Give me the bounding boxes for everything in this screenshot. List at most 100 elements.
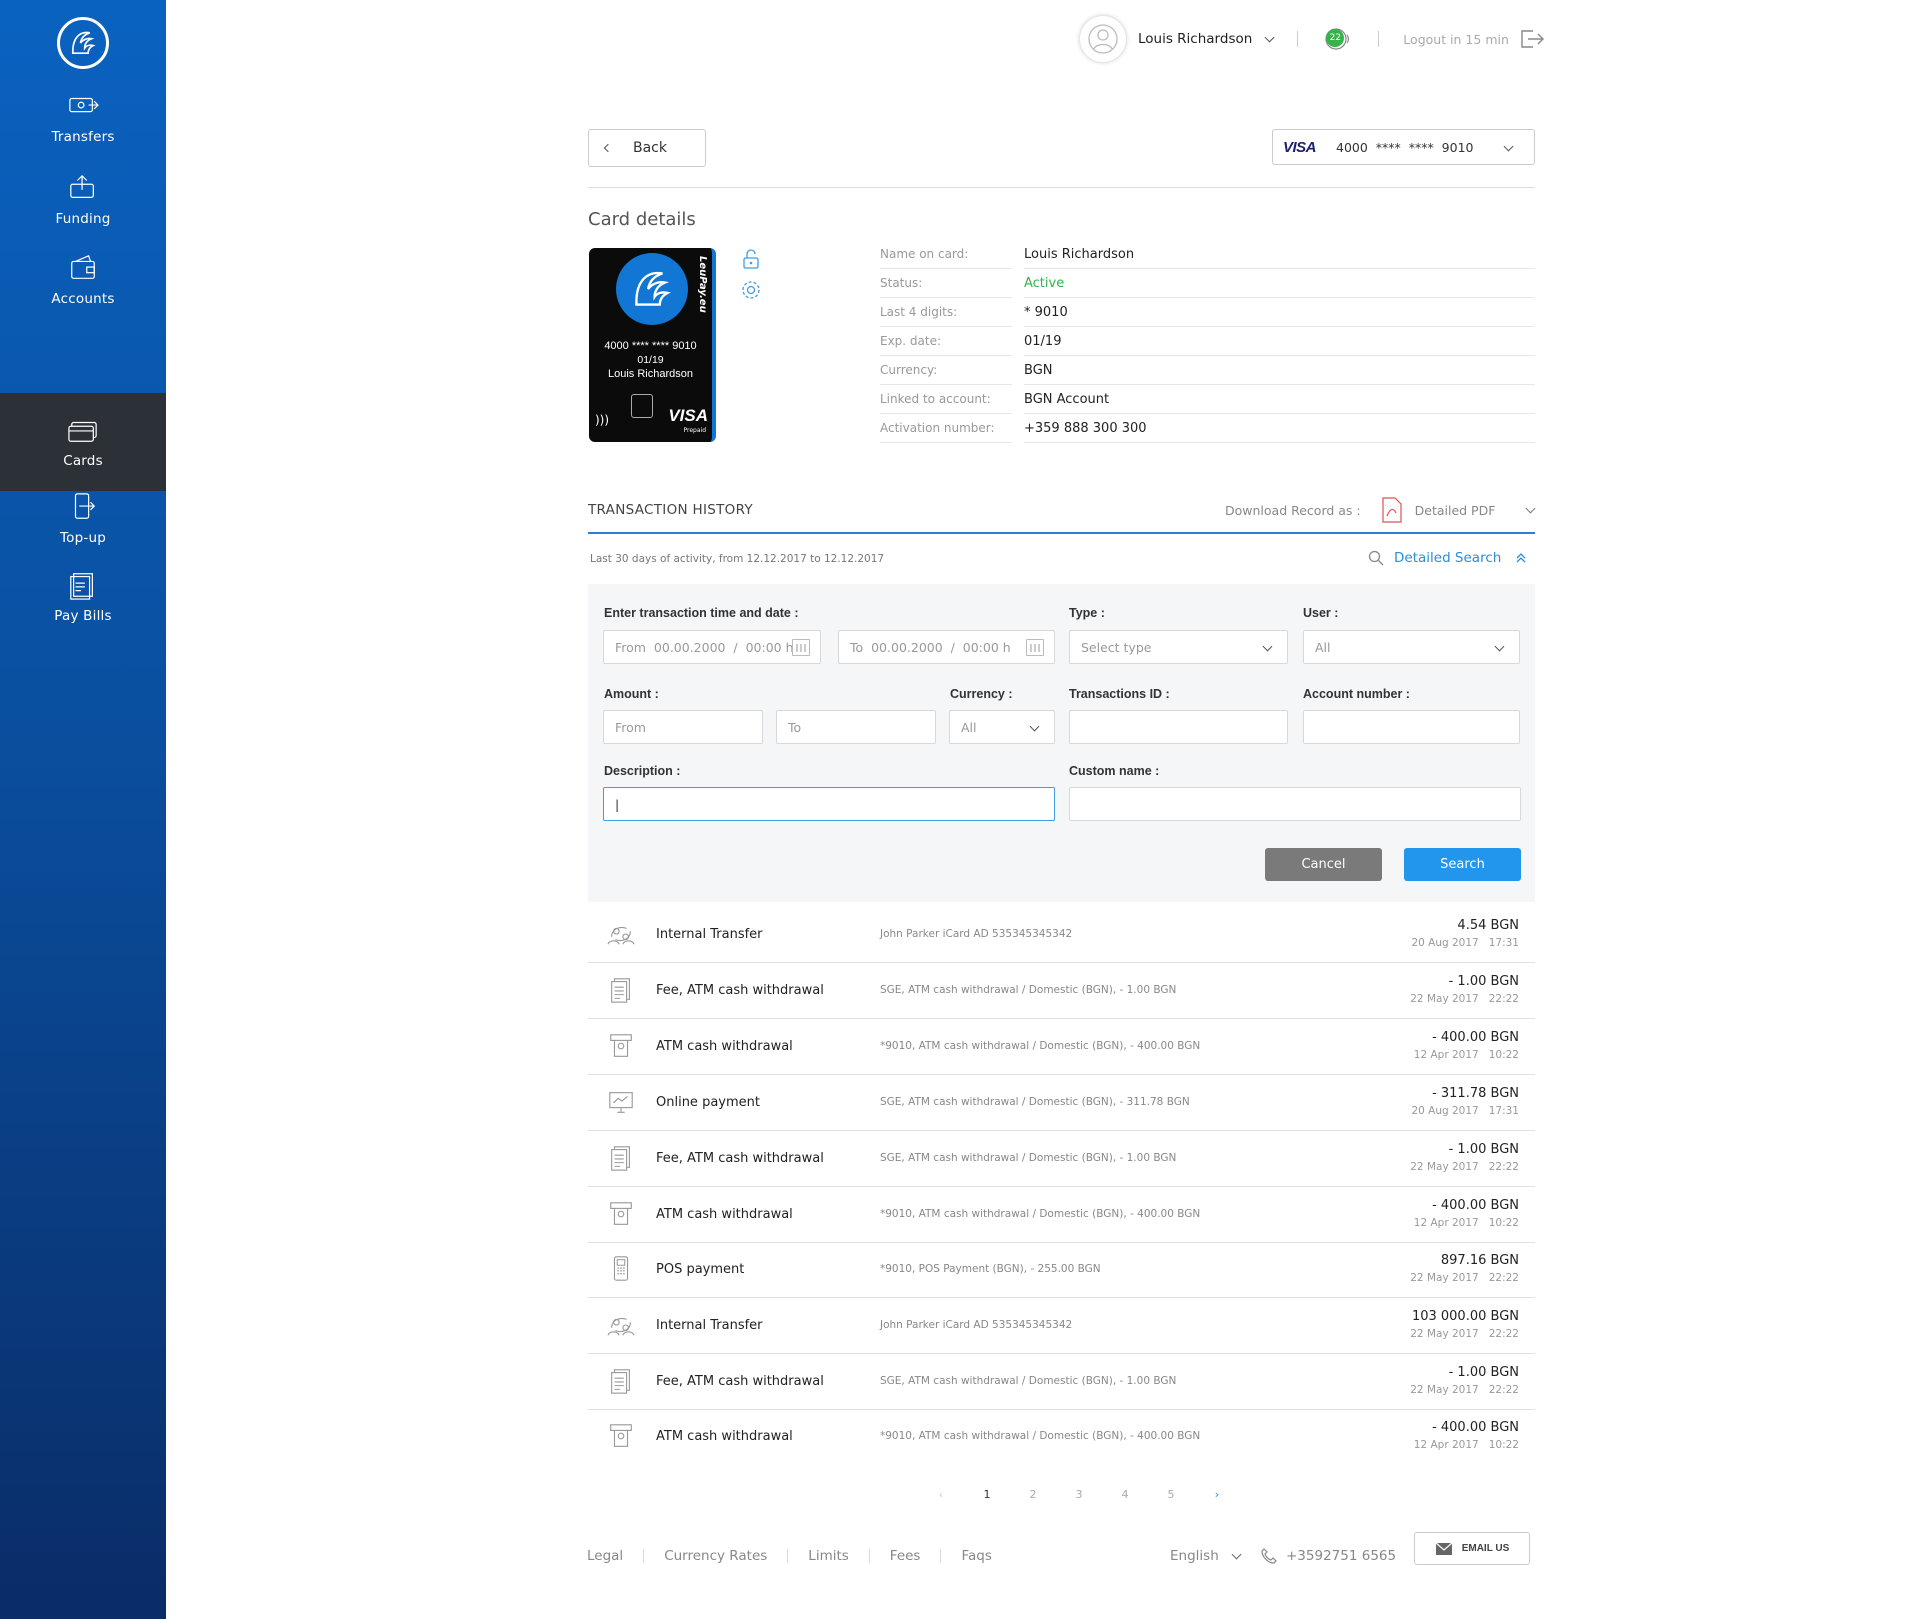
- custom-name-input[interactable]: [1069, 787, 1521, 821]
- transaction-description: *9010, ATM cash withdrawal / Domestic (B…: [880, 1208, 1201, 1220]
- cards-icon: [68, 421, 97, 442]
- chevron-down-icon: [1029, 721, 1040, 732]
- detail-value: Louis Richardson: [1024, 240, 1535, 269]
- calendar-icon[interactable]: [792, 639, 810, 656]
- notifications-button[interactable]: 22: [1322, 26, 1354, 52]
- transaction-amount: - 1.00 BGN: [1448, 1142, 1519, 1157]
- detail-value: BGN Account: [1024, 385, 1535, 414]
- transaction-history-title: TRANSACTION HISTORY: [588, 502, 753, 518]
- page-5-button[interactable]: 5: [1148, 1488, 1194, 1501]
- atm-icon: [610, 1202, 632, 1225]
- detail-row: Activation number: +359 888 300 300: [880, 414, 1535, 443]
- language-select[interactable]: English: [1170, 1548, 1242, 1564]
- page-1-button[interactable]: 1: [964, 1488, 1010, 1501]
- transaction-title: Fee, ATM cash withdrawal: [656, 983, 824, 998]
- transaction-row[interactable]: ATM cash withdrawal *9010, ATM cash withd…: [588, 1019, 1535, 1075]
- date-to-input[interactable]: To 00.00.2000 / 00:00 h: [838, 630, 1055, 664]
- footer-link-faqs[interactable]: Faqs: [961, 1548, 991, 1564]
- transaction-row[interactable]: POS payment *9010, POS Payment (BGN), - 2…: [588, 1242, 1535, 1298]
- footer-link-limits[interactable]: Limits: [808, 1548, 849, 1564]
- visa-logo-icon: VISA: [1283, 138, 1317, 156]
- date-to-placeholder: To 00.00.2000 / 00:00 h: [850, 639, 1011, 655]
- custom-name-label: Custom name :: [1069, 764, 1160, 778]
- footer-link-fees[interactable]: Fees: [890, 1548, 921, 1564]
- description-input[interactable]: |: [603, 787, 1055, 821]
- sidebar-item-label: Accounts: [51, 291, 115, 307]
- footer-link-legal[interactable]: Legal: [587, 1548, 623, 1564]
- transaction-id-input[interactable]: [1069, 710, 1288, 744]
- transaction-date: 22 May 2017 22:22: [1410, 1328, 1519, 1340]
- amount-to-input[interactable]: To: [776, 710, 936, 744]
- currency-select[interactable]: All: [949, 710, 1055, 744]
- transaction-row[interactable]: Internal Transfer John Parker iCard AD 53…: [588, 907, 1535, 963]
- transaction-description: SGE, ATM cash withdrawal / Domestic (BGN…: [880, 1152, 1177, 1164]
- date-from-placeholder: From 00.00.2000 / 00:00 h: [615, 639, 794, 655]
- detailed-search-toggle[interactable]: Detailed Search: [1368, 550, 1537, 566]
- card-selector[interactable]: VISA 4000 **** **** 9010: [1272, 129, 1535, 165]
- calendar-icon[interactable]: [1026, 639, 1044, 656]
- user-menu-chevron-icon[interactable]: [1264, 32, 1275, 42]
- email-us-label: EMAIL US: [1461, 1543, 1510, 1554]
- sidebar-item-label: Pay Bills: [54, 608, 112, 624]
- transaction-row[interactable]: Fee, ATM cash withdrawal SGE, ATM cash wi…: [588, 963, 1535, 1019]
- chevron-down-icon: [1494, 641, 1505, 652]
- chevron-down-icon[interactable]: [1525, 503, 1536, 513]
- transaction-amount: - 400.00 BGN: [1432, 1030, 1519, 1045]
- divider: [1378, 31, 1380, 47]
- transaction-title: ATM cash withdrawal: [656, 1429, 793, 1444]
- transaction-row[interactable]: Online payment SGE, ATM cash withdrawal /…: [588, 1075, 1535, 1131]
- page-2-button[interactable]: 2: [1010, 1488, 1056, 1501]
- accounts-icon: [71, 254, 95, 279]
- top-bar: Louis Richardson 22 Logout in 15 min: [1080, 14, 1545, 64]
- date-from-input[interactable]: From 00.00.2000 / 00:00 h: [603, 630, 821, 664]
- download-record: Download Record as : Detailed PDF: [1225, 497, 1536, 523]
- transaction-row[interactable]: Fee, ATM cash withdrawal SGE, ATM cash wi…: [588, 1131, 1535, 1187]
- footer-link-currency-rates[interactable]: Currency Rates: [664, 1548, 767, 1564]
- avatar[interactable]: [1080, 16, 1126, 62]
- cancel-button[interactable]: Cancel: [1265, 848, 1382, 881]
- next-page-button[interactable]: ›: [1194, 1488, 1240, 1501]
- back-button[interactable]: Back: [588, 129, 706, 167]
- transaction-date: 12 Apr 2017 10:22: [1413, 1049, 1519, 1061]
- detail-label: Name on card:: [880, 240, 1012, 269]
- divider: [588, 532, 1535, 534]
- user-label: User :: [1303, 606, 1339, 620]
- amount-from-input[interactable]: From: [603, 710, 763, 744]
- settings-gear-icon[interactable]: [740, 279, 762, 301]
- phone-contact[interactable]: +3592751 6565: [1260, 1547, 1396, 1565]
- lock-icon[interactable]: [740, 248, 762, 270]
- user-icon: [1088, 24, 1118, 54]
- currency-value: All: [961, 719, 977, 735]
- download-format-select[interactable]: Detailed PDF: [1415, 503, 1496, 518]
- transaction-description: SGE, ATM cash withdrawal / Domestic (BGN…: [880, 984, 1177, 996]
- sidebar-item-label: Funding: [55, 211, 111, 227]
- account-number-input[interactable]: [1303, 710, 1520, 744]
- detail-label: Last 4 digits:: [880, 298, 1012, 327]
- sidebar-item-label: Cards: [63, 453, 103, 469]
- download-label: Download Record as :: [1225, 502, 1361, 518]
- page-4-button[interactable]: 4: [1102, 1488, 1148, 1501]
- sidebar-item-pay-bills[interactable]: Pay Bills: [0, 548, 166, 646]
- logout-icon[interactable]: [1519, 28, 1545, 50]
- transaction-row[interactable]: ATM cash withdrawal *9010, ATM cash withd…: [588, 1409, 1535, 1465]
- transaction-row[interactable]: Internal Transfer John Parker iCard AD 53…: [588, 1298, 1535, 1354]
- card-selector-number: 4000 **** **** 9010: [1336, 139, 1474, 155]
- divider: [1297, 31, 1299, 47]
- card-lion-logo-icon: [616, 253, 688, 325]
- language-value: English: [1170, 1548, 1219, 1564]
- user-select[interactable]: All: [1303, 630, 1520, 664]
- transaction-amount: 4.54 BGN: [1457, 918, 1519, 933]
- user-name[interactable]: Louis Richardson: [1138, 31, 1252, 47]
- type-select[interactable]: Select type: [1069, 630, 1288, 664]
- transaction-row[interactable]: ATM cash withdrawal *9010, ATM cash withd…: [588, 1187, 1535, 1243]
- transaction-amount: - 311.78 BGN: [1432, 1086, 1519, 1101]
- transaction-row[interactable]: Fee, ATM cash withdrawal SGE, ATM cash wi…: [588, 1354, 1535, 1410]
- transaction-date: 22 May 2017 22:22: [1410, 1272, 1519, 1284]
- search-button[interactable]: Search: [1404, 848, 1521, 881]
- page-3-button[interactable]: 3: [1056, 1488, 1102, 1501]
- divider: [643, 1549, 645, 1563]
- email-us-button[interactable]: EMAIL US: [1414, 1532, 1530, 1565]
- prev-page-button[interactable]: ‹: [918, 1488, 964, 1501]
- lion-logo-icon[interactable]: [57, 17, 109, 69]
- sidebar-item-accounts[interactable]: Accounts: [0, 231, 166, 329]
